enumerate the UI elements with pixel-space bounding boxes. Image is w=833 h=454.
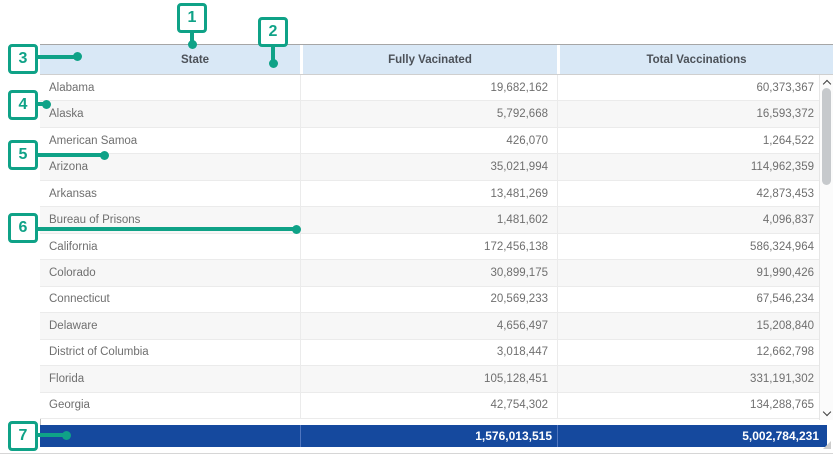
fully-vacinated-cell: 42,754,302: [300, 393, 557, 418]
fully-vacinated-cell: 13,481,269: [300, 181, 557, 206]
callout-5-line: [37, 153, 105, 157]
table-row[interactable]: Colorado30,899,17591,990,426: [40, 260, 833, 286]
total-vaccinations-cell: 42,873,453: [557, 181, 833, 206]
callout-6-label: 6: [19, 219, 28, 237]
state-cell: Delaware: [40, 313, 300, 338]
table-row[interactable]: Delaware4,656,49715,208,840: [40, 313, 833, 339]
callout-4-dot: [42, 100, 51, 109]
table-row[interactable]: Arkansas13,481,26942,873,453: [40, 181, 833, 207]
total-vaccinations-cell: 331,191,302: [557, 366, 833, 391]
callout-3-line: [37, 55, 77, 59]
table-body: Alabama19,682,16260,373,367Alaska5,792,6…: [40, 75, 833, 419]
resize-grip-icon: [823, 441, 831, 449]
chevron-down-icon: [822, 407, 830, 415]
vertical-scrollbar[interactable]: [819, 75, 833, 420]
callout-4-label: 4: [19, 96, 28, 114]
scrollbar-thumb[interactable]: [822, 88, 831, 185]
fully-vacinated-cell: 426,070: [300, 128, 557, 153]
state-cell: Arkansas: [40, 181, 300, 206]
table-row[interactable]: Florida105,128,451331,191,302: [40, 366, 833, 392]
callout-2: 2: [258, 17, 288, 47]
callout-2-label: 2: [269, 23, 278, 41]
state-cell: Alabama: [40, 75, 300, 100]
total-vaccinations-cell: 12,662,798: [557, 340, 833, 365]
callout-3: 3: [8, 44, 38, 74]
table-row[interactable]: Connecticut20,569,23367,546,234: [40, 287, 833, 313]
callout-7: 7: [8, 421, 38, 451]
total-vaccinations-cell: 67,546,234: [557, 287, 833, 312]
fully-vacinated-cell: 172,456,138: [300, 234, 557, 259]
table-row[interactable]: District of Columbia3,018,44712,662,798: [40, 340, 833, 366]
table-header-row: State Fully Vacinated Total Vaccinations: [40, 44, 833, 75]
fully-vacinated-cell: 30,899,175: [300, 260, 557, 285]
table-row[interactable]: California172,456,138586,324,964: [40, 234, 833, 260]
total-vaccinations-cell: 4,096,837: [557, 207, 833, 232]
callout-3-dot: [73, 52, 82, 61]
table-row[interactable]: Alabama19,682,16260,373,367: [40, 75, 833, 101]
fully-vacinated-cell: 5,792,668: [300, 101, 557, 126]
state-cell: Florida: [40, 366, 300, 391]
callout-1-dot: [188, 40, 197, 49]
summary-total-vaccinations-cell: 5,002,784,231: [557, 425, 827, 447]
column-header-fully-vacinated[interactable]: Fully Vacinated: [300, 45, 557, 74]
state-cell: American Samoa: [40, 128, 300, 153]
state-cell: Colorado: [40, 260, 300, 285]
callout-4: 4: [8, 90, 38, 120]
fully-vacinated-cell: 1,481,602: [300, 207, 557, 232]
summary-fully-vacinated-cell: 1,576,013,515: [300, 425, 557, 447]
fully-vacinated-cell: 4,656,497: [300, 313, 557, 338]
summary-row: 1,576,013,515 5,002,784,231: [40, 425, 827, 447]
total-vaccinations-cell: 60,373,367: [557, 75, 833, 100]
callout-5-label: 5: [19, 146, 28, 164]
callout-3-label: 3: [19, 50, 28, 68]
app-canvas: State Fully Vacinated Total Vaccinations…: [0, 0, 833, 454]
state-cell: Georgia: [40, 393, 300, 418]
callout-1: 1: [177, 3, 207, 33]
table-row[interactable]: Georgia42,754,302134,288,765: [40, 393, 833, 419]
total-vaccinations-cell: 586,324,964: [557, 234, 833, 259]
fully-vacinated-cell: 105,128,451: [300, 366, 557, 391]
callout-1-label: 1: [188, 9, 197, 27]
total-vaccinations-cell: 15,208,840: [557, 313, 833, 338]
state-cell: Arizona: [40, 154, 300, 179]
callout-6-line: [37, 227, 293, 231]
callout-2-dot: [269, 59, 278, 68]
state-cell: California: [40, 234, 300, 259]
state-cell: District of Columbia: [40, 340, 300, 365]
fully-vacinated-cell: 20,569,233: [300, 287, 557, 312]
total-vaccinations-cell: 91,990,426: [557, 260, 833, 285]
fully-vacinated-cell: 19,682,162: [300, 75, 557, 100]
callout-7-dot: [62, 431, 71, 440]
summary-state-cell: [40, 425, 300, 447]
fully-vacinated-cell: 35,021,994: [300, 154, 557, 179]
table-row[interactable]: Alaska5,792,66816,593,372: [40, 101, 833, 127]
callout-6: 6: [8, 213, 38, 243]
table-row[interactable]: Arizona35,021,994114,962,359: [40, 154, 833, 180]
state-cell: Alaska: [40, 101, 300, 126]
table-row[interactable]: American Samoa426,0701,264,522: [40, 128, 833, 154]
callout-5-dot: [100, 151, 109, 160]
total-vaccinations-cell: 114,962,359: [557, 154, 833, 179]
column-header-total-vaccinations[interactable]: Total Vaccinations: [557, 45, 833, 74]
callout-7-label: 7: [19, 427, 28, 445]
scroll-down-button[interactable]: [820, 406, 833, 419]
state-cell: Connecticut: [40, 287, 300, 312]
chevron-up-icon: [822, 80, 830, 88]
callout-6-dot: [292, 225, 301, 234]
callout-5: 5: [8, 140, 38, 170]
total-vaccinations-cell: 1,264,522: [557, 128, 833, 153]
fully-vacinated-cell: 3,018,447: [300, 340, 557, 365]
total-vaccinations-cell: 134,288,765: [557, 393, 833, 418]
total-vaccinations-cell: 16,593,372: [557, 101, 833, 126]
